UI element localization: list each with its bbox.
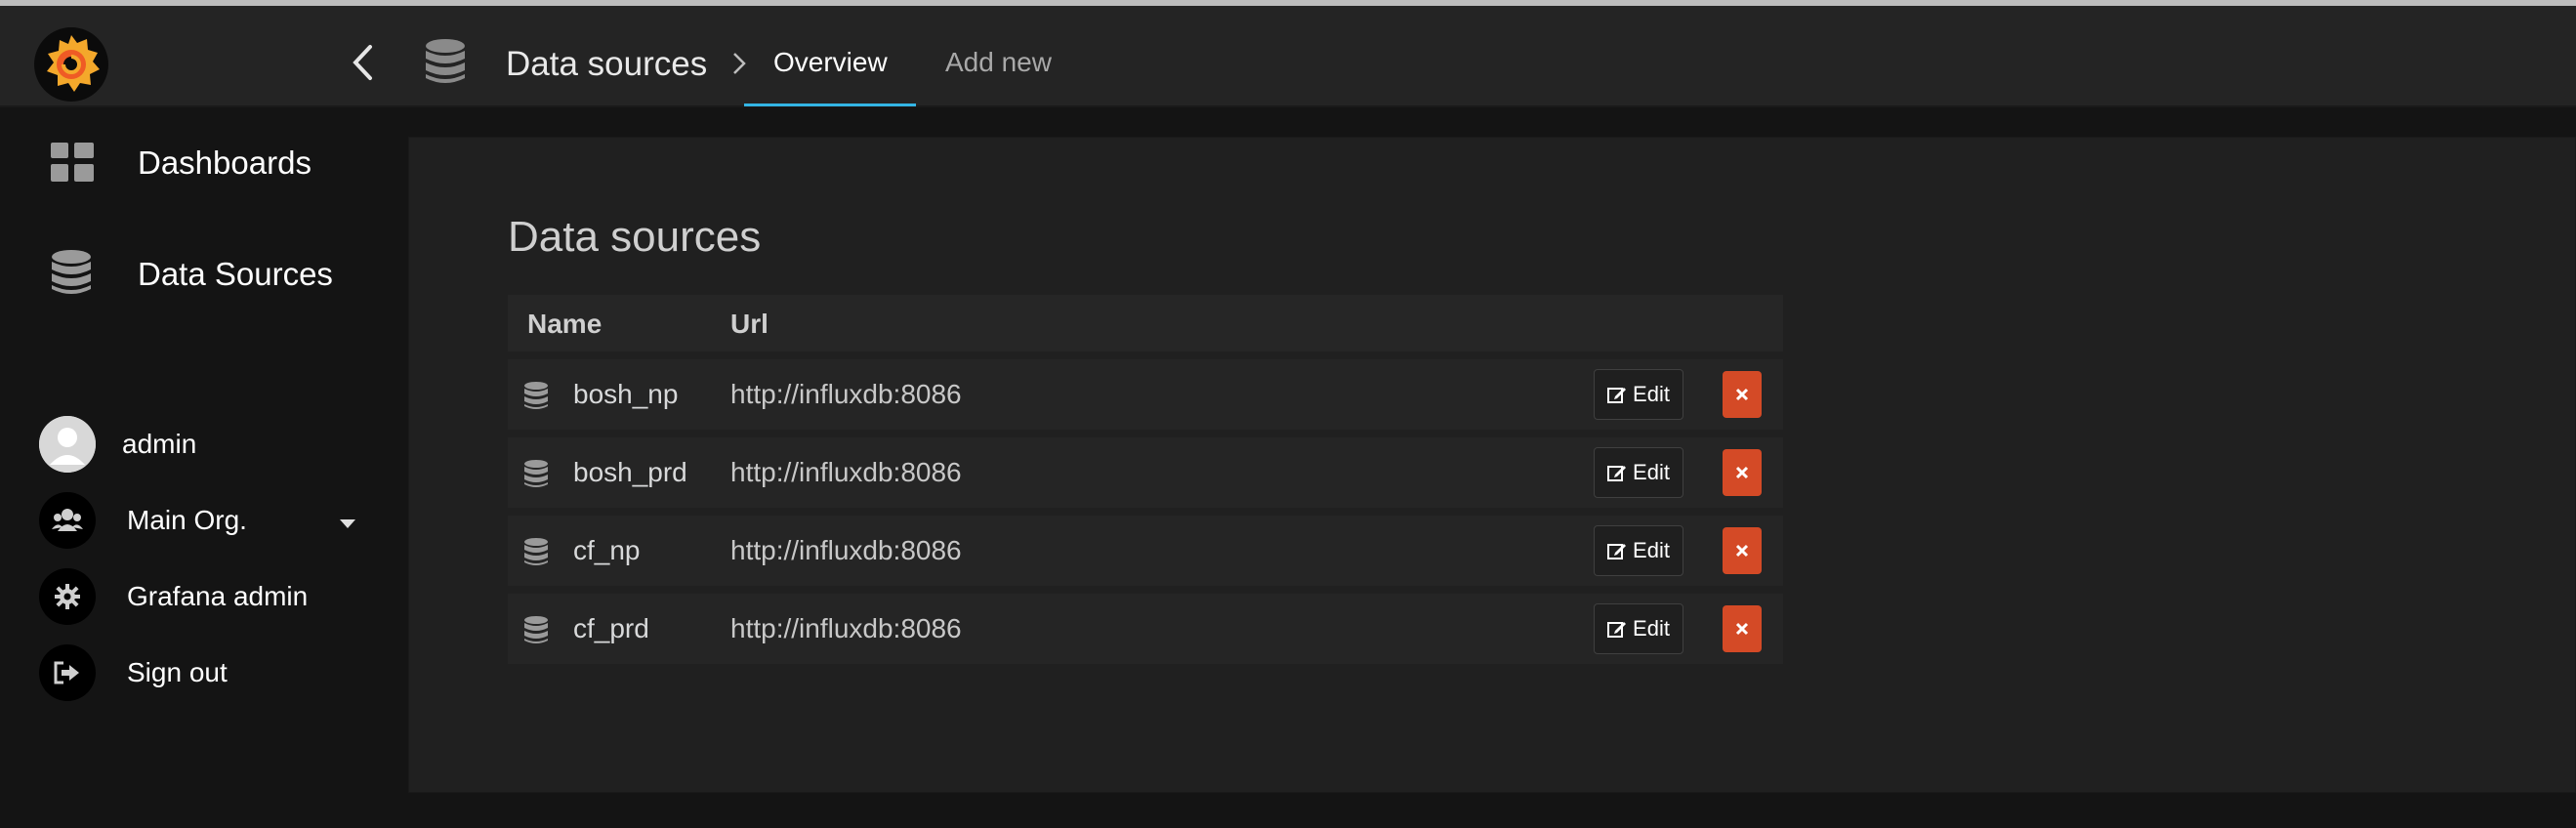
table-row[interactable]: bosh_np http://influxdb:8086 Edit xyxy=(508,359,1783,430)
edit-button[interactable]: Edit xyxy=(1594,369,1683,420)
avatar xyxy=(39,416,96,473)
tab-add-new[interactable]: Add new xyxy=(945,47,1052,78)
table-row[interactable]: cf_np http://influxdb:8086 Edit xyxy=(508,516,1783,586)
datasource-url[interactable]: http://influxdb:8086 xyxy=(730,535,962,566)
sidebar-item-data-sources[interactable]: Data Sources xyxy=(0,250,408,330)
delete-button[interactable] xyxy=(1723,605,1762,652)
close-icon xyxy=(1735,622,1749,636)
chevron-left-icon[interactable] xyxy=(344,41,383,84)
breadcrumb-title: Data sources xyxy=(506,45,708,83)
sign-out-icon xyxy=(39,644,96,701)
edit-button[interactable]: Edit xyxy=(1594,447,1683,498)
datasource-name[interactable]: cf_np xyxy=(573,535,641,566)
datasource-name[interactable]: bosh_np xyxy=(573,379,678,410)
sign-out-label: Sign out xyxy=(127,657,228,687)
dashboards-grid-icon xyxy=(51,143,94,182)
sign-out-link[interactable]: Sign out xyxy=(0,644,408,709)
delete-button[interactable] xyxy=(1723,371,1762,418)
database-icon xyxy=(426,39,465,83)
database-icon xyxy=(524,460,548,487)
column-header-name[interactable]: Name xyxy=(527,309,602,340)
database-icon xyxy=(524,382,548,409)
edit-label: Edit xyxy=(1633,382,1670,406)
grafana-admin-link[interactable]: Grafana admin xyxy=(0,568,408,633)
chevron-right-icon xyxy=(733,53,746,74)
edit-button[interactable]: Edit xyxy=(1594,525,1683,576)
top-navbar: Data sources Overview Add new xyxy=(0,6,2576,107)
edit-label: Edit xyxy=(1633,616,1670,641)
datasource-url[interactable]: http://influxdb:8086 xyxy=(730,457,962,488)
datasource-url[interactable]: http://influxdb:8086 xyxy=(730,379,962,410)
gear-icon xyxy=(39,568,96,625)
tab-overview[interactable]: Overview xyxy=(773,47,888,78)
delete-button[interactable] xyxy=(1723,449,1762,496)
column-header-url[interactable]: Url xyxy=(730,309,769,340)
delete-button[interactable] xyxy=(1723,527,1762,574)
database-icon xyxy=(524,538,548,565)
active-tab-indicator xyxy=(744,104,916,106)
datasource-url[interactable]: http://influxdb:8086 xyxy=(730,613,962,644)
sidebar-item-label: Data Sources xyxy=(138,256,333,292)
sidebar: Dashboards Data Sources admin Main Org. … xyxy=(0,109,408,828)
close-icon xyxy=(1735,544,1749,558)
page-title: Data sources xyxy=(508,213,762,261)
edit-label: Edit xyxy=(1633,538,1670,562)
grafana-admin-label: Grafana admin xyxy=(127,581,309,611)
sidebar-item-label: Dashboards xyxy=(138,145,312,181)
edit-button[interactable]: Edit xyxy=(1594,603,1683,654)
datasource-name[interactable]: cf_prd xyxy=(573,613,649,644)
close-icon xyxy=(1735,466,1749,479)
close-icon xyxy=(1735,388,1749,401)
user-name: admin xyxy=(122,429,197,459)
grafana-logo[interactable] xyxy=(32,25,110,104)
users-icon xyxy=(39,492,96,549)
caret-down-icon[interactable] xyxy=(340,519,355,529)
database-icon xyxy=(524,616,548,643)
table-header: Name Url xyxy=(508,295,1783,352)
database-icon xyxy=(52,250,91,294)
edit-icon xyxy=(1607,544,1627,559)
sidebar-item-dashboards[interactable]: Dashboards xyxy=(0,141,408,219)
edit-icon xyxy=(1607,388,1627,403)
datasource-name[interactable]: bosh_prd xyxy=(573,457,687,488)
table-row[interactable]: bosh_prd http://influxdb:8086 Edit xyxy=(508,437,1783,508)
edit-icon xyxy=(1607,622,1627,638)
edit-label: Edit xyxy=(1633,460,1670,484)
user-profile[interactable]: admin xyxy=(0,416,408,480)
org-switcher[interactable]: Main Org. xyxy=(0,492,408,557)
table-row[interactable]: cf_prd http://influxdb:8086 Edit xyxy=(508,594,1783,664)
edit-icon xyxy=(1607,466,1627,481)
org-name: Main Org. xyxy=(127,505,247,535)
